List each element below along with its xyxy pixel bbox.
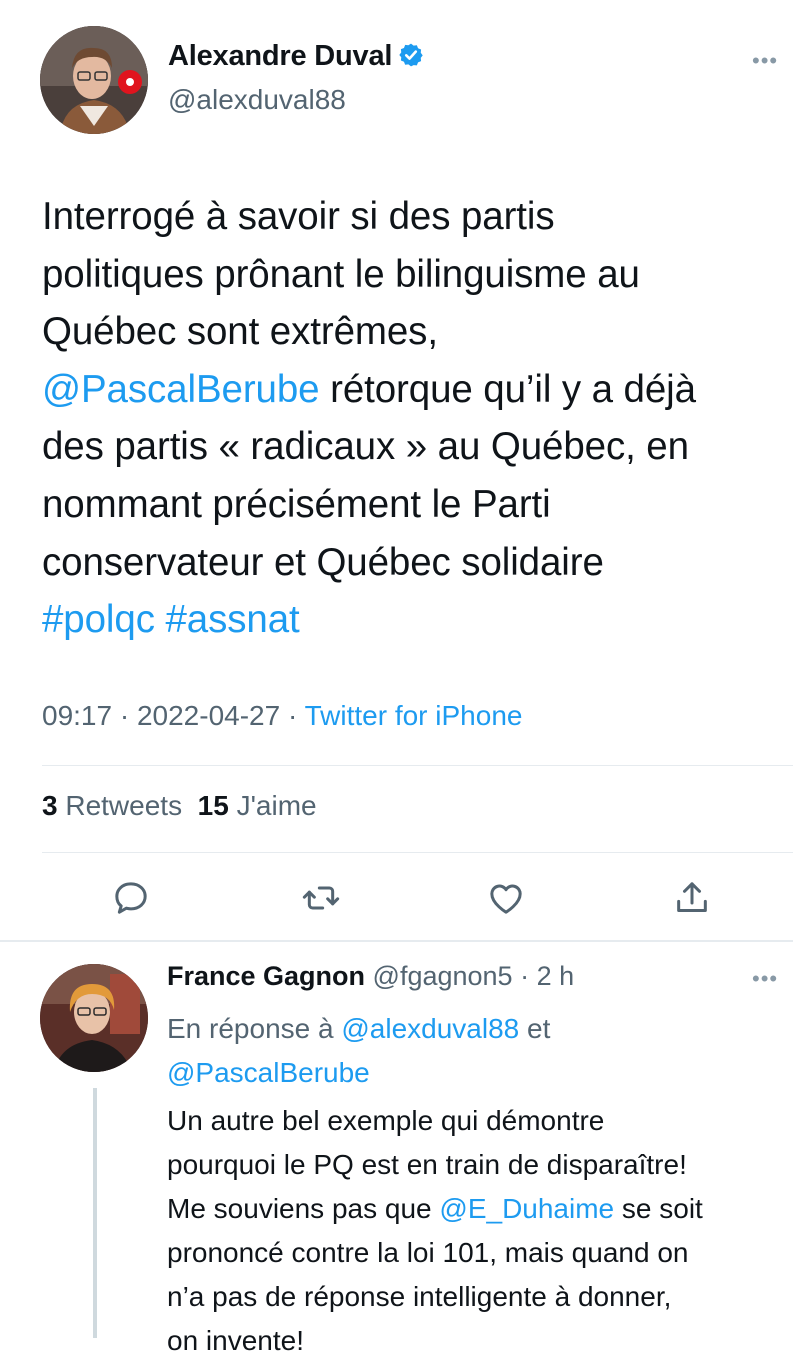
- tweet-line: politiques prônant le bilinguisme au: [42, 252, 640, 296]
- reply-line: on invente!: [167, 1325, 304, 1356]
- author-avatar[interactable]: [40, 26, 148, 134]
- divider: [42, 765, 793, 766]
- reply-line-text: se soit: [621, 1193, 703, 1224]
- reply-author-handle[interactable]: @fgagnon5: [373, 961, 513, 991]
- tweet-time: 09:17: [42, 700, 113, 731]
- reply-line: n’a pas de réponse intelligente à donner…: [167, 1281, 672, 1312]
- reply-line: Me souviens pas que @E_Duhaime se soit: [167, 1187, 793, 1231]
- retweets-label: Retweets: [65, 790, 183, 821]
- reply-author-photo: [40, 964, 148, 1072]
- like-icon[interactable]: [486, 878, 526, 918]
- tweet-line: Interrogé à savoir si des partis: [42, 195, 555, 238]
- share-icon[interactable]: [672, 878, 712, 918]
- tweet-line: des partis « radicaux » au Québec, en: [42, 425, 689, 469]
- author-handle[interactable]: @alexduval88: [168, 84, 346, 116]
- ellipsis-icon[interactable]: •••: [752, 966, 778, 992]
- mention-link[interactable]: @PascalBerube: [42, 368, 320, 411]
- reply-author-avatar[interactable]: [40, 964, 148, 1072]
- tweet-stats: 3 Retweets 15 J'aime: [42, 790, 317, 822]
- reply-to-mention[interactable]: @PascalBerube: [167, 1057, 370, 1088]
- likes-label: J'aime: [236, 790, 317, 821]
- ellipsis-icon[interactable]: •••: [752, 48, 778, 74]
- reply-to-mention[interactable]: @alexduval88: [341, 1013, 519, 1044]
- reply-icon[interactable]: [111, 878, 151, 918]
- tweet-line: #polqc #assnat: [42, 591, 787, 649]
- divider: [42, 852, 793, 853]
- hashtag-link[interactable]: #assnat: [165, 598, 299, 641]
- thread-line: [93, 1088, 97, 1338]
- tweet-date: 2022-04-27: [136, 700, 281, 731]
- retweets-stat[interactable]: 3 Retweets: [42, 790, 182, 821]
- tweet-line: nommant précisément le Parti: [42, 482, 551, 526]
- likes-stat[interactable]: 15 J'aime: [198, 790, 317, 821]
- tweet-line: Québec sont extrêmes,: [42, 310, 438, 354]
- tweet-line: conservateur et Québec solidaire: [42, 540, 604, 584]
- verified-badge-icon: [399, 43, 423, 67]
- section-divider: [0, 940, 793, 942]
- author-photo: [40, 26, 148, 134]
- likes-count: 15: [197, 790, 229, 821]
- hashtag-link[interactable]: #polqc: [42, 598, 155, 641]
- retweets-count: 3: [42, 790, 58, 821]
- author-name[interactable]: Alexandre Duval: [168, 40, 424, 73]
- reply-text: Un autre bel exemple qui démontre pourqu…: [167, 1099, 793, 1363]
- tweet-meta: 09:17 · 2022-04-27 · Twitter for iPhone: [42, 700, 523, 731]
- tweet-line: @PascalBerube rétorque qu’il y a déjà: [42, 361, 787, 419]
- reply-header: France Gagnon @fgagnon5 · 2 h: [167, 961, 575, 991]
- reply-time: 2 h: [536, 961, 575, 991]
- tweet-line-text: rétorque qu’il y a déjà: [319, 367, 696, 411]
- retweet-icon[interactable]: [301, 878, 341, 918]
- reply-line: pourquoi le PQ est en train de disparaît…: [167, 1149, 687, 1180]
- reply-line: Un autre bel exemple qui démontre: [167, 1105, 605, 1136]
- reply-to-and: et: [527, 1013, 551, 1044]
- mention-link[interactable]: @E_Duhaime: [439, 1193, 614, 1224]
- reply-line-text: Me souviens pas que: [167, 1193, 432, 1224]
- tweet-text: Interrogé à savoir si des partis politiq…: [42, 188, 787, 649]
- reply-line: prononcé contre la loi 101, mais quand o…: [167, 1237, 689, 1268]
- reply-author-name[interactable]: France Gagnon: [167, 961, 365, 991]
- tweet-source-link[interactable]: Twitter for iPhone: [305, 700, 523, 731]
- reply-to-prefix: En réponse à: [167, 1013, 334, 1044]
- author-name-text: Alexandre Duval: [168, 40, 393, 72]
- reply-to-context: En réponse à @alexduval88 et @PascalBeru…: [167, 1007, 550, 1095]
